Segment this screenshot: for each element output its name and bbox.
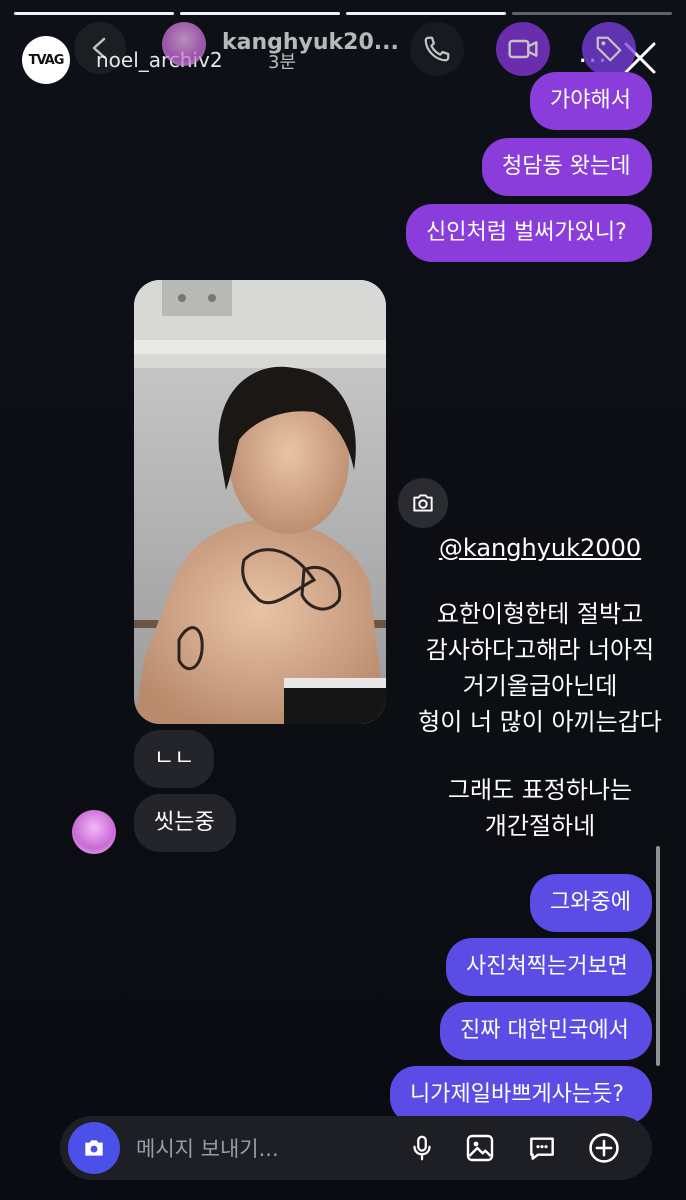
caption-line: 요한이형한테 절박고: [436, 600, 644, 628]
camera-button[interactable]: [68, 1122, 120, 1174]
mention-link[interactable]: @kanghyuk2000: [400, 530, 680, 566]
message-bubble-outgoing[interactable]: 가야해서: [530, 72, 652, 130]
caption-line: 개간절하네: [484, 812, 596, 840]
message-input[interactable]: [134, 1132, 398, 1166]
microphone-icon: [413, 1135, 431, 1161]
message-bubble-outgoing[interactable]: 사진쳐찍는거보면: [446, 938, 652, 996]
plus-circle-icon: [589, 1133, 619, 1163]
microphone-button[interactable]: [404, 1130, 440, 1166]
tag-button[interactable]: [582, 22, 636, 76]
story-avatar[interactable]: TVAG: [22, 36, 70, 84]
dm-contact-name[interactable]: kanghyuk20...: [222, 30, 399, 55]
shared-photo[interactable]: [134, 280, 386, 724]
video-call-button[interactable]: [496, 22, 550, 76]
caption-line: 거기올급아닌데: [462, 672, 618, 700]
view-photo-button[interactable]: [398, 478, 448, 528]
message-bubble-outgoing[interactable]: 신인처럼 벌써가있니?: [406, 204, 652, 262]
video-camera-icon: [508, 39, 538, 59]
message-bubble-outgoing[interactable]: 진짜 대한민국에서: [440, 1002, 652, 1060]
dm-header: kanghyuk20...: [70, 10, 636, 80]
add-button[interactable]: [586, 1130, 622, 1166]
phone-icon: [424, 36, 450, 62]
chevron-left-icon: [92, 37, 106, 59]
gallery-button[interactable]: [462, 1130, 498, 1166]
message-bubble-incoming[interactable]: 씻는중: [134, 794, 236, 852]
camera-icon: [85, 1140, 103, 1156]
caption-line: 형이 너 많이 아끼는갑다: [418, 708, 662, 736]
image-icon: [466, 1134, 494, 1162]
scrollbar[interactable]: [656, 846, 660, 1066]
message-composer: [60, 1116, 652, 1180]
caption-line: 그래도 표정하나는: [447, 776, 633, 804]
camera-icon: [413, 494, 433, 512]
tag-icon: [596, 36, 622, 62]
message-bubble-incoming[interactable]: ㄴㄴ: [134, 730, 214, 788]
message-bubble-outgoing[interactable]: 그와중에: [530, 874, 652, 932]
back-button[interactable]: [74, 22, 126, 74]
photo-image: [134, 280, 386, 724]
voice-call-button[interactable]: [410, 22, 464, 76]
chat-bubble-icon: [530, 1137, 554, 1160]
dm-avatar[interactable]: [162, 22, 206, 66]
caption-line: 감사하다고해라 너아직: [425, 636, 655, 664]
story-caption: @kanghyuk2000 요한이형한테 절박고 감사하다고해라 너아직 거기올…: [400, 530, 680, 844]
sender-avatar[interactable]: [72, 810, 116, 854]
sticker-button[interactable]: [524, 1130, 560, 1166]
message-bubble-outgoing[interactable]: 청담동 왓는데: [482, 138, 652, 196]
